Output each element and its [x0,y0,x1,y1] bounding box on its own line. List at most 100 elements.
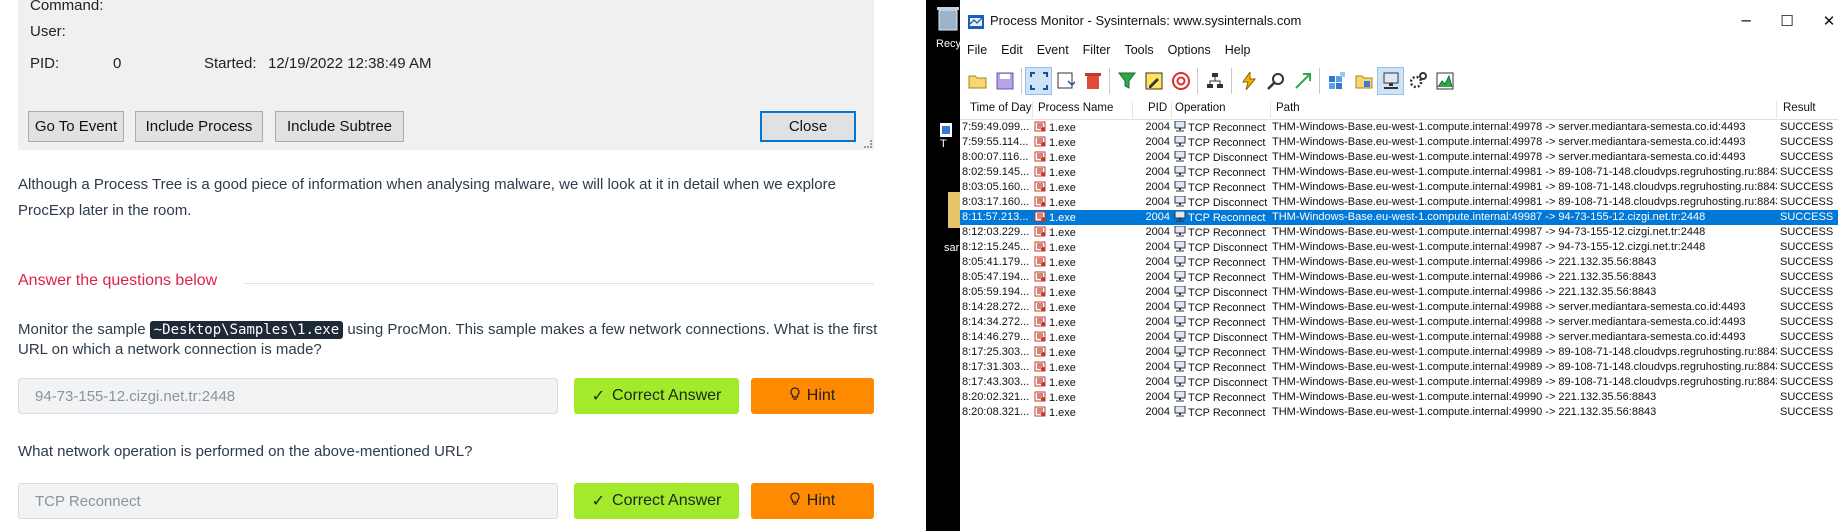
menu-file[interactable]: File [960,43,994,57]
minimize-icon[interactable]: ─ [1735,10,1757,32]
time-cell: 8:03:05.160... [962,181,1030,193]
correct-answer-button-1[interactable]: ✓ Correct Answer [574,378,739,414]
menu-event[interactable]: Event [1030,43,1076,57]
close-window-icon[interactable]: ✕ [1818,10,1838,32]
col-divider[interactable] [1270,101,1271,118]
jump-to-icon[interactable] [1289,67,1316,95]
pid-cell: 2004 [1145,226,1170,238]
event-row[interactable]: 8:05:59.194... 1.exe 2004 TCP Disconnect THM… [960,285,1838,300]
process-activity-icon[interactable] [1404,67,1431,95]
process-icon [1034,391,1046,405]
go-to-event-button[interactable]: Go To Event [28,111,124,142]
col-process-name[interactable]: Process Name [1038,102,1113,114]
recycle-bin-icon[interactable] [936,4,960,36]
hint-button-2[interactable]: Hint [751,483,874,519]
network-activity-icon[interactable] [1377,67,1404,95]
event-row[interactable]: 8:20:02.321... 1.exe 2004 TCP Reconnect THM-… [960,390,1838,405]
process-icon [1034,406,1046,420]
operation-cell: TCP Reconnect [1174,406,1270,420]
event-row[interactable]: 7:59:55.114... 1.exe 2004 TCP Reconnect THM-… [960,135,1838,150]
event-row[interactable]: 8:12:15.245... 1.exe 2004 TCP Disconnect THM… [960,240,1838,255]
profiling-icon[interactable] [1431,67,1458,95]
event-row[interactable]: 8:14:46.279... 1.exe 2004 TCP Disconnect THM… [960,330,1838,345]
operation-name: TCP Disconnect [1188,197,1268,209]
operation-name: TCP Disconnect [1188,242,1268,254]
find-icon[interactable] [1262,67,1289,95]
event-row-selected[interactable]: 8:11:57.213... 1.exe 2004 TCP Reconnect THM-… [960,210,1838,225]
highlight-icon[interactable] [1140,67,1167,95]
col-divider[interactable] [1776,101,1777,118]
event-row[interactable]: 8:05:41.179... 1.exe 2004 TCP Reconnect THM-… [960,255,1838,270]
result-cell: SUCCESS [1780,241,1834,253]
event-row[interactable]: 8:20:08.321... 1.exe 2004 TCP Reconnect THM-… [960,405,1838,420]
maximize-icon[interactable]: ☐ [1776,10,1798,32]
event-row[interactable]: 7:59:49.099... 1.exe 2004 TCP Reconnect THM-… [960,120,1838,135]
hint-button-1[interactable]: Hint [751,378,874,414]
event-row[interactable]: 8:14:28.272... 1.exe 2004 TCP Reconnect THM-… [960,300,1838,315]
event-row[interactable]: 8:00:07.116... 1.exe 2004 TCP Disconnect THM… [960,150,1838,165]
event-row[interactable]: 8:05:47.194... 1.exe 2004 TCP Reconnect THM-… [960,270,1838,285]
operation-name: TCP Reconnect [1188,302,1266,314]
answer-field-1[interactable]: 94-73-155-12.cizgi.net.tr:2448 [18,378,558,414]
answer-field-2[interactable]: TCP Reconnect [18,483,558,519]
pid-cell: 2004 [1145,331,1170,343]
operation-name: TCP Reconnect [1188,182,1266,194]
event-row[interactable]: 8:12:03.229... 1.exe 2004 TCP Reconnect THM-… [960,225,1838,240]
col-path[interactable]: Path [1276,102,1300,114]
process-name: 1.exe [1049,242,1076,254]
process-tree-icon[interactable] [1201,67,1228,95]
save-icon[interactable] [991,67,1018,95]
menu-tools[interactable]: Tools [1117,43,1160,57]
time-cell: 8:11:57.213... [962,211,1029,223]
event-row[interactable]: 8:03:05.160... 1.exe 2004 TCP Reconnect THM-… [960,180,1838,195]
registry-activity-icon[interactable] [1323,67,1350,95]
col-divider[interactable] [1171,101,1172,118]
clear-icon[interactable] [1079,67,1106,95]
process-cell: 1.exe [1034,331,1132,345]
question-1: Monitor the sample ~Desktop\Samples\1.ex… [18,320,878,360]
event-row[interactable]: 8:14:34.272... 1.exe 2004 TCP Reconnect THM-… [960,315,1838,330]
samples-folder-icon[interactable] [948,192,960,232]
target-icon[interactable] [1167,67,1194,95]
title-bar[interactable]: Process Monitor - Sysinternals: www.sysi… [960,8,1838,34]
menu-edit[interactable]: Edit [994,43,1030,57]
lightbulb-icon [790,491,800,511]
lightning-icon[interactable] [1235,67,1262,95]
menu-help[interactable]: Help [1218,43,1258,57]
network-icon [1174,196,1186,210]
event-row[interactable]: 8:03:17.160... 1.exe 2004 TCP Disconnect THM… [960,195,1838,210]
col-time-of-day[interactable]: Time of Day [970,102,1032,114]
col-divider[interactable] [1032,101,1033,118]
menu-filter[interactable]: Filter [1076,43,1118,57]
event-row[interactable]: 8:17:31.303... 1.exe 2004 TCP Reconnect THM-… [960,360,1838,375]
menu-options[interactable]: Options [1161,43,1218,57]
process-cell: 1.exe [1034,211,1132,225]
event-row[interactable]: 8:17:43.303... 1.exe 2004 TCP Disconnect THM… [960,375,1838,390]
open-icon[interactable] [964,67,991,95]
include-subtree-button[interactable]: Include Subtree [275,111,404,142]
network-icon [1174,376,1186,390]
process-cell: 1.exe [1034,271,1132,285]
filter-icon[interactable] [1113,67,1140,95]
operation-name: TCP Reconnect [1188,137,1266,149]
autoscroll-icon[interactable] [1052,67,1079,95]
col-operation[interactable]: Operation [1175,102,1226,114]
pid-cell: 2004 [1145,256,1170,268]
event-row[interactable]: 8:02:59.145... 1.exe 2004 TCP Reconnect THM-… [960,165,1838,180]
path-cell: THM-Windows-Base.eu-west-1.compute.inter… [1272,196,1777,208]
capture-icon[interactable] [1025,67,1052,95]
include-process-button[interactable]: Include Process [135,111,263,142]
col-pid[interactable]: PID [1148,102,1167,114]
correct-answer-button-2[interactable]: ✓ Correct Answer [574,483,739,519]
path-cell: THM-Windows-Base.eu-west-1.compute.inter… [1272,331,1746,343]
resize-grip[interactable] [864,140,872,148]
close-button[interactable]: Close [760,111,856,142]
event-row[interactable]: 8:17:25.303... 1.exe 2004 TCP Reconnect THM-… [960,345,1838,360]
operation-cell: TCP Disconnect [1174,151,1270,165]
process-cell: 1.exe [1034,391,1132,405]
col-divider[interactable] [1132,101,1133,118]
process-name: 1.exe [1049,257,1076,269]
col-result[interactable]: Result [1783,102,1816,114]
file-activity-icon[interactable] [1350,67,1377,95]
toolbar-separator [1197,68,1198,94]
